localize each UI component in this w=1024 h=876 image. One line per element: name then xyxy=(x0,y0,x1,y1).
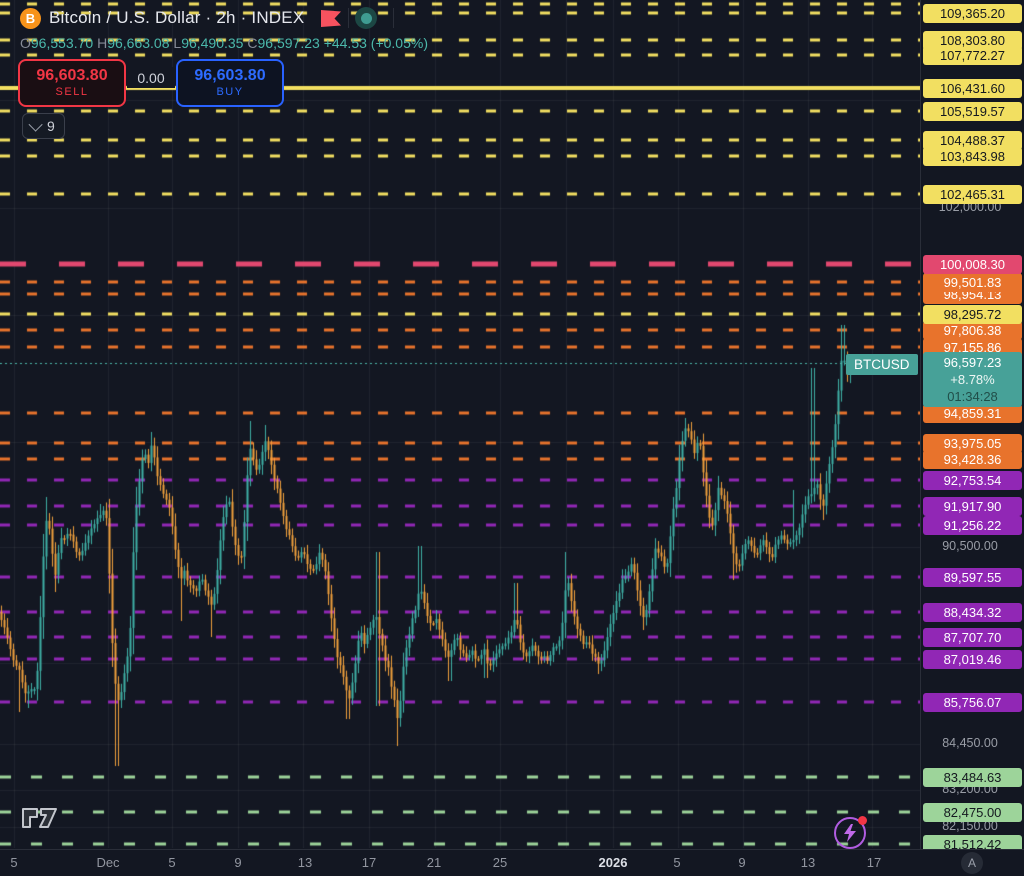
current-price-value: 96,597.23 xyxy=(923,354,1022,371)
price-axis-tick: 84,450.00 xyxy=(921,736,1019,750)
chevron-down-icon xyxy=(29,118,43,132)
price-level-badge[interactable]: 100,008.30 xyxy=(923,255,1022,274)
price-level-badge[interactable]: 88,434.32 xyxy=(923,603,1022,622)
price-level-badge[interactable]: 93,975.05 xyxy=(923,434,1022,453)
price-level-badge[interactable]: 98,295.72 xyxy=(923,305,1022,324)
price-level-badge[interactable]: 91,256.22 xyxy=(923,516,1022,535)
sell-button[interactable]: 96,603.80 SELL xyxy=(18,59,126,107)
trade-panel: 96,603.80 SELL 0.00 96,603.80 BUY xyxy=(18,59,284,107)
spread-value: 0.00 xyxy=(127,67,175,88)
price-level-badge[interactable]: 105,519.57 xyxy=(923,102,1022,121)
auto-scale-button[interactable]: A xyxy=(961,852,983,874)
ohlc-readout: O96,553.70 H96,663.08 L96,490.35 C96,597… xyxy=(20,35,428,51)
bitcoin-logo-icon: B xyxy=(20,8,41,29)
candlestick-canvas[interactable] xyxy=(0,0,920,848)
time-axis-label: 17 xyxy=(867,855,881,870)
price-level-badge[interactable]: 99,501.83 xyxy=(923,273,1022,292)
tradingview-chart-window: B Bitcoin / U.S. Dollar · 2h · INDEX O96… xyxy=(0,0,1024,876)
price-level-badge[interactable]: 82,475.00 xyxy=(923,803,1022,822)
price-axis-tick: 90,500.00 xyxy=(921,539,1019,553)
time-axis-label: 2026 xyxy=(599,855,628,870)
header-divider xyxy=(348,8,349,28)
symbol-header: B Bitcoin / U.S. Dollar · 2h · INDEX xyxy=(20,6,400,30)
alerts-count-chip[interactable]: 9 xyxy=(22,113,65,139)
price-level-badge[interactable]: 87,019.46 xyxy=(923,650,1022,669)
current-price-symbol-badge[interactable]: BTCUSD xyxy=(846,354,918,375)
time-axis[interactable]: A 5 Dec 5 9 13 17 21 25 2026 5 9 13 17 xyxy=(0,849,1024,876)
flag-icon[interactable] xyxy=(320,9,342,28)
time-axis-label: 21 xyxy=(427,855,441,870)
lightning-bolt-icon xyxy=(843,824,857,842)
time-axis-label: 13 xyxy=(801,855,815,870)
current-price-badge[interactable]: 96,597.23+8.78%01:34:28 xyxy=(923,352,1022,407)
price-level-badge[interactable]: 92,753.54 xyxy=(923,471,1022,490)
lightning-trade-button[interactable] xyxy=(834,817,866,849)
price-level-badge[interactable]: 106,431.60 xyxy=(923,79,1022,98)
time-axis-label: 9 xyxy=(234,855,241,870)
buy-button[interactable]: 96,603.80 BUY xyxy=(176,59,284,107)
price-level-badge[interactable]: 91,917.90 xyxy=(923,497,1022,516)
price-level-badge[interactable]: 87,707.70 xyxy=(923,628,1022,647)
time-axis-label: 25 xyxy=(493,855,507,870)
bar-countdown: 01:34:28 xyxy=(923,388,1022,405)
price-level-badge[interactable]: 89,597.55 xyxy=(923,568,1022,587)
price-level-badge[interactable]: 109,365.20 xyxy=(923,4,1022,23)
price-level-badge[interactable]: 85,756.07 xyxy=(923,693,1022,712)
time-axis-label: 13 xyxy=(298,855,312,870)
price-level-badge[interactable]: 104,488.37 xyxy=(923,131,1022,150)
time-axis-label: Dec xyxy=(96,855,119,870)
price-axis[interactable]: 102,000.0090,500.0084,450.0083,200.0082,… xyxy=(920,0,1024,849)
symbol-title[interactable]: Bitcoin / U.S. Dollar · 2h · INDEX xyxy=(49,8,304,28)
price-level-badge[interactable]: 81,512.42 xyxy=(923,835,1022,850)
time-axis-label: 5 xyxy=(10,855,17,870)
time-axis-label: 5 xyxy=(673,855,680,870)
time-axis-label: 9 xyxy=(738,855,745,870)
header-divider xyxy=(393,8,394,28)
notification-dot xyxy=(858,816,867,825)
time-axis-label: 5 xyxy=(168,855,175,870)
market-status-icon[interactable] xyxy=(355,7,377,29)
tradingview-logo[interactable] xyxy=(20,804,60,832)
time-axis-label: 17 xyxy=(362,855,376,870)
price-level-badge[interactable]: 83,484.63 xyxy=(923,768,1022,787)
price-level-badge[interactable]: 108,303.80 xyxy=(923,31,1022,50)
current-change-pct: +8.78% xyxy=(923,371,1022,388)
price-level-badge[interactable]: 102,465.31 xyxy=(923,185,1022,204)
